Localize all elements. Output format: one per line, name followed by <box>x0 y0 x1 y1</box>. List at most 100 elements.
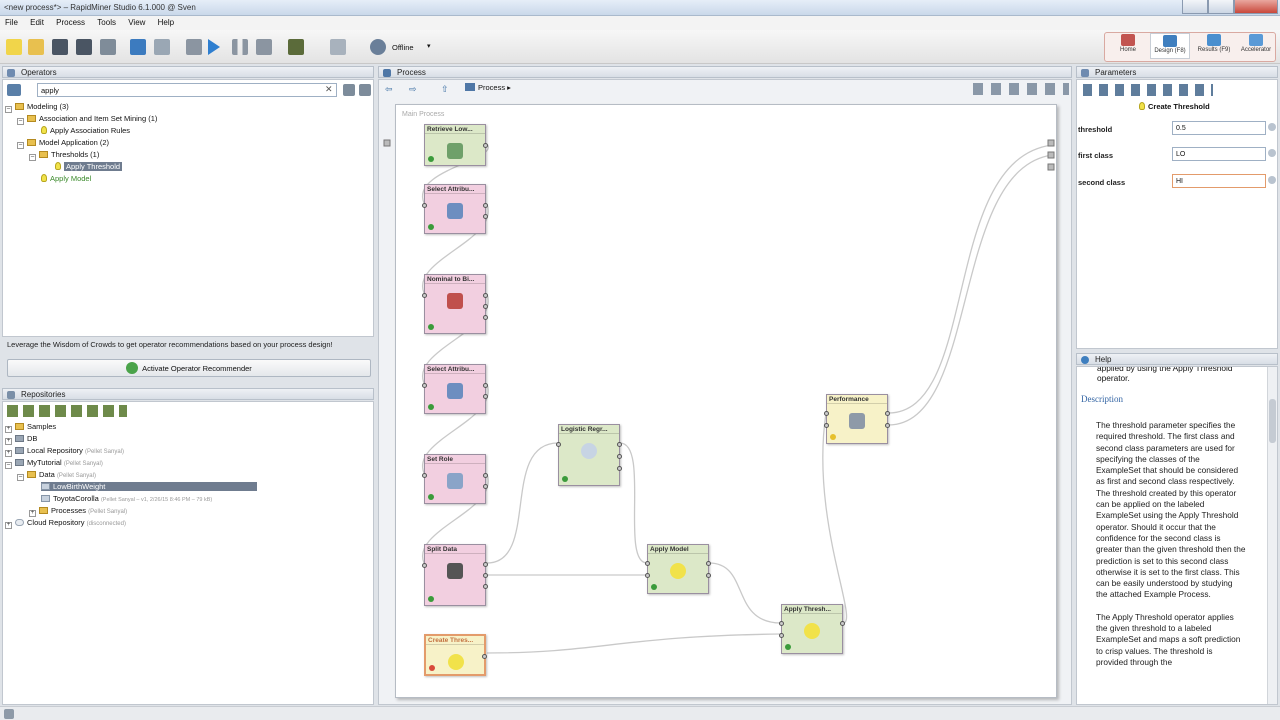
parameters-icon <box>1081 69 1089 77</box>
param-info-icon[interactable] <box>1268 123 1276 131</box>
output-port[interactable] <box>617 466 622 471</box>
output-port[interactable] <box>483 562 488 567</box>
status-led <box>428 156 434 162</box>
output-port[interactable] <box>483 315 488 320</box>
input-port[interactable] <box>383 139 391 147</box>
bulb-icon <box>448 654 464 670</box>
input-port[interactable] <box>779 633 784 638</box>
operator-title: Set Role <box>425 455 485 464</box>
output-port[interactable] <box>885 423 890 428</box>
status-led <box>429 665 435 671</box>
performance-icon <box>849 413 865 429</box>
bulb-icon <box>1139 102 1145 110</box>
input-port[interactable] <box>645 561 650 566</box>
split-data-icon <box>447 563 463 579</box>
output-port[interactable] <box>706 561 711 566</box>
status-led <box>428 494 434 500</box>
status-led <box>785 644 791 650</box>
operator-select-attributes-2[interactable]: Select Attribu... <box>422 364 488 414</box>
help-icon <box>1081 356 1089 364</box>
status-led <box>428 224 434 230</box>
select-attributes-icon <box>447 203 463 219</box>
output-port[interactable] <box>483 293 488 298</box>
bulb-icon <box>581 443 597 459</box>
param-input-threshold[interactable]: 0.5 <box>1172 121 1266 135</box>
output-port[interactable] <box>483 214 488 219</box>
parameters-panel-header[interactable]: Parameters <box>1076 66 1278 78</box>
parameters-panel: Create Threshold <box>1076 79 1278 349</box>
help-scrollbar[interactable] <box>1267 367 1277 704</box>
status-led <box>651 584 657 590</box>
connection-line <box>619 442 648 564</box>
operator-nominal-to-binominal[interactable]: Nominal to Bi... <box>422 274 488 334</box>
result-port[interactable] <box>1047 151 1055 159</box>
retrieve-icon <box>447 143 463 159</box>
input-port[interactable] <box>422 383 427 388</box>
input-port[interactable] <box>779 621 784 626</box>
output-port[interactable] <box>885 411 890 416</box>
output-port[interactable] <box>706 573 711 578</box>
input-port[interactable] <box>645 573 650 578</box>
help-panel-header[interactable]: Help <box>1076 353 1278 365</box>
param-label-second-class: second class <box>1078 178 1126 187</box>
nominal-to-binominal-icon <box>447 293 463 309</box>
operator-performance[interactable]: Performance <box>824 394 890 444</box>
operator-title: Performance <box>827 395 887 404</box>
output-port[interactable] <box>617 454 622 459</box>
output-port[interactable] <box>483 573 488 578</box>
operator-title: Apply Model <box>648 545 708 554</box>
output-port[interactable] <box>483 304 488 309</box>
input-port[interactable] <box>422 563 427 568</box>
connection-line <box>822 412 848 624</box>
parameters-toolbar-icons[interactable] <box>1083 84 1213 96</box>
operator-title: Split Data <box>425 545 485 554</box>
output-port[interactable] <box>483 473 488 478</box>
input-port[interactable] <box>824 411 829 416</box>
bulb-icon <box>804 623 820 639</box>
operator-select-attributes-1[interactable]: Select Attribu... <box>422 184 488 234</box>
output-port[interactable] <box>617 442 622 447</box>
selected-operator-name: Create Threshold <box>1139 102 1210 111</box>
operator-create-threshold[interactable]: Create Thres... <box>424 634 487 676</box>
operator-title: Select Attribu... <box>425 185 485 194</box>
status-led <box>428 324 434 330</box>
status-led <box>428 596 434 602</box>
param-info-icon[interactable] <box>1268 176 1276 184</box>
input-port[interactable] <box>422 203 427 208</box>
result-port[interactable] <box>1047 139 1055 147</box>
input-port[interactable] <box>556 442 561 447</box>
input-port[interactable] <box>824 423 829 428</box>
input-port[interactable] <box>422 473 427 478</box>
param-label-threshold: threshold <box>1078 125 1113 134</box>
input-port[interactable] <box>422 293 427 298</box>
scrollbar-thumb[interactable] <box>1269 399 1276 443</box>
operator-title: Logistic Regr... <box>559 425 619 434</box>
operator-title: Create Thres... <box>426 636 484 645</box>
set-role-icon <box>447 473 463 489</box>
operator-apply-threshold[interactable]: Apply Thresh... <box>779 604 845 654</box>
select-attributes-icon <box>447 383 463 399</box>
result-port[interactable] <box>1047 163 1055 171</box>
bulb-icon <box>670 563 686 579</box>
output-port[interactable] <box>840 621 845 626</box>
operator-split-data[interactable]: Split Data <box>422 544 488 606</box>
connection-line <box>708 562 782 624</box>
operator-apply-model[interactable]: Apply Model <box>645 544 711 594</box>
output-port[interactable] <box>482 654 487 659</box>
output-port[interactable] <box>483 484 488 489</box>
status-icon <box>4 709 14 719</box>
output-port[interactable] <box>483 143 488 148</box>
operator-logistic-regression[interactable]: Logistic Regr... <box>556 424 622 486</box>
output-port[interactable] <box>483 203 488 208</box>
operator-retrieve[interactable]: Retrieve Low... <box>424 124 488 166</box>
param-info-icon[interactable] <box>1268 149 1276 157</box>
param-input-first-class[interactable]: LO <box>1172 147 1266 161</box>
param-label-first-class: first class <box>1078 151 1114 160</box>
output-port[interactable] <box>483 383 488 388</box>
operator-set-role[interactable]: Set Role <box>422 454 488 504</box>
operator-title: Select Attribu... <box>425 365 485 374</box>
connection-line <box>486 633 782 654</box>
param-input-second-class[interactable]: HI <box>1172 174 1266 188</box>
output-port[interactable] <box>483 584 488 589</box>
output-port[interactable] <box>483 394 488 399</box>
